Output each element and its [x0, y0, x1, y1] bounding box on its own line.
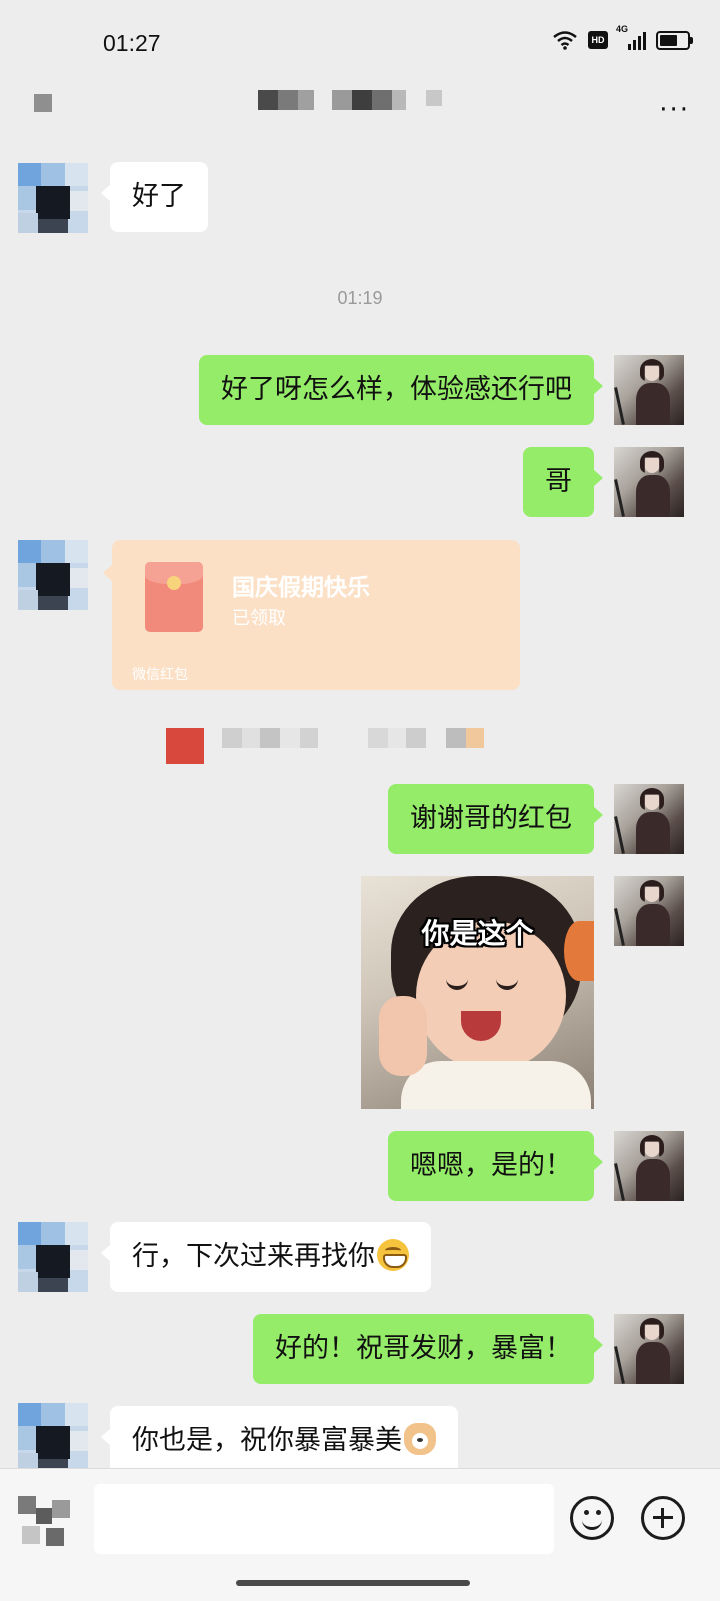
contact-avatar[interactable]	[18, 540, 88, 610]
contact-avatar[interactable]	[18, 163, 88, 233]
red-packet-status: 已领取	[232, 608, 286, 629]
status-time: 01:27	[103, 30, 161, 56]
red-packet-card[interactable]: 国庆假期快乐 已领取 微信红包	[103, 540, 520, 690]
battery-icon	[656, 30, 693, 50]
hd-badge: HD	[588, 31, 608, 49]
signal-icon: 4G	[616, 24, 646, 50]
message-text: 行，下次过来再找你	[132, 1241, 375, 1272]
voice-button[interactable]	[18, 1496, 70, 1548]
red-packet-icon	[145, 562, 203, 632]
message-input[interactable]	[94, 1484, 554, 1554]
contact-avatar[interactable]	[18, 1222, 88, 1292]
message-bubble[interactable]: 好了呀怎么样，体验感还行吧	[199, 355, 603, 425]
message-bubble[interactable]: 你也是，祝你暴富暴美	[101, 1406, 458, 1476]
home-indicator[interactable]	[236, 1580, 470, 1586]
doge-face-icon	[404, 1423, 436, 1455]
message-timestamp: 01:19	[337, 288, 383, 308]
sticker-caption: 你是这个	[421, 917, 534, 950]
grinning-face-icon	[377, 1239, 409, 1271]
red-packet-title: 国庆假期快乐	[232, 575, 370, 601]
wifi-icon	[553, 31, 577, 50]
my-avatar[interactable]	[614, 1314, 684, 1384]
battery-level	[660, 34, 677, 46]
contact-avatar[interactable]	[18, 1403, 88, 1473]
my-avatar[interactable]	[614, 784, 684, 854]
my-avatar[interactable]	[614, 1131, 684, 1201]
plus-icon[interactable]	[641, 1496, 685, 1540]
message-bubble[interactable]: 谢谢哥的红包	[388, 784, 603, 854]
message-bubble[interactable]: 行，下次过来再找你	[101, 1222, 431, 1292]
message-bubble[interactable]: 好的！祝哥发财，暴富！	[253, 1314, 603, 1384]
message-bubble[interactable]: 嗯嗯，是的！	[388, 1131, 603, 1201]
system-notice	[166, 728, 484, 764]
emoji-icon[interactable]	[570, 1496, 614, 1540]
red-packet-footer: 微信红包	[132, 667, 188, 683]
sticker-image[interactable]: 你是这个	[361, 876, 594, 1109]
message-text: 你也是，祝你暴富暴美	[132, 1425, 402, 1456]
more-button[interactable]: ···	[659, 97, 690, 123]
back-button[interactable]	[34, 94, 52, 112]
chat-title	[258, 90, 442, 110]
my-avatar[interactable]	[614, 355, 684, 425]
network-type: 4G	[616, 24, 629, 34]
message-bubble[interactable]: 好了	[101, 162, 208, 232]
my-avatar[interactable]	[614, 447, 684, 517]
my-avatar[interactable]	[614, 876, 684, 946]
status-icons: HD 4G	[552, 24, 693, 50]
message-bubble[interactable]: 哥	[523, 447, 603, 517]
